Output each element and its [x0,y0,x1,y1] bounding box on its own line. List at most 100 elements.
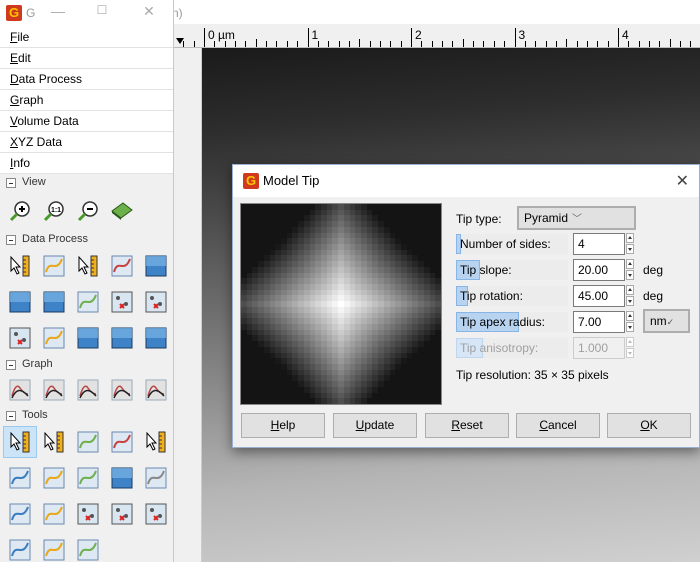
graph-level-icon[interactable] [105,374,139,406]
menu-info[interactable]: Info [0,153,173,174]
align-rows-icon[interactable] [71,286,105,318]
ruler-minor-tick [690,41,692,47]
dialog-titlebar[interactable]: G Model Tip ✕ [233,165,699,197]
reset-button[interactable]: Reset [425,413,509,438]
ruler-major-tick [411,28,412,47]
icon-row [0,532,173,562]
update-button[interactable]: Update [333,413,417,438]
menu-mnemonic: G [10,93,20,107]
collapse-icon[interactable] [6,359,16,370]
apex-radius-unit-select[interactable]: nm✓ [643,309,690,333]
toolbox-titlebar[interactable]: G G — ☐ ✕ [0,0,173,27]
graph-fit-icon[interactable] [3,374,37,406]
number-of-sides-input[interactable]: 4 [573,233,625,255]
section-header-graph[interactable]: Graph [0,356,173,373]
point-spots-icon[interactable] [105,286,139,318]
read-value-icon[interactable] [3,426,37,458]
ruler-major-tick [618,28,619,47]
minimize-button[interactable]: — [48,3,68,19]
tip-anisotropy-input: 1.000 [573,337,625,359]
selection-manager-icon[interactable] [71,534,105,562]
graph-export-icon[interactable] [139,374,173,406]
polynom-level-icon[interactable] [105,462,139,494]
distance-icon[interactable] [37,426,71,458]
watershed-icon[interactable] [139,286,173,318]
crop-tool-icon[interactable] [3,498,37,530]
close-button[interactable]: ✕ [139,3,159,20]
section-header-tools[interactable]: Tools [0,407,173,424]
menu-edit[interactable]: Edit [0,48,173,69]
remove-spots-icon[interactable] [3,322,37,354]
statistics-icon[interactable] [139,426,173,458]
section-header-data-process[interactable]: Data Process [0,231,173,248]
spin-down-icon[interactable] [626,322,634,332]
mark-grains-icon[interactable] [139,322,173,354]
menu-data-process[interactable]: Data Process [0,69,173,90]
tip-slope-spinner[interactable] [625,259,635,281]
zoom-1-1-icon[interactable]: 1:1 [37,195,71,227]
spectro-icon[interactable] [105,426,139,458]
scale-icon[interactable] [71,250,105,282]
tip-rotation-label: Tip rotation: [456,286,568,306]
sphere-icon[interactable] [71,322,105,354]
zoom-out-icon[interactable] [71,195,105,227]
dialog-close-button[interactable]: ✕ [676,171,689,191]
spot-remover-icon[interactable] [105,498,139,530]
spin-up-icon[interactable] [626,311,634,321]
menu-volume-data[interactable]: Volume Data [0,111,173,132]
profile-icon[interactable] [71,426,105,458]
ruler-label: 0 µm [208,28,235,42]
path-profile-icon[interactable] [37,462,71,494]
spin-down-icon[interactable] [626,270,634,280]
gradient-icon[interactable] [139,250,173,282]
zoom-in-icon[interactable] [3,195,37,227]
spin-down-icon[interactable] [626,244,634,254]
collapse-icon[interactable] [6,177,16,188]
level-icon[interactable] [3,250,37,282]
tip-apex-radius-input[interactable]: 7.00 [573,311,625,333]
remove-spot-icon[interactable] [139,498,173,530]
crop-icon[interactable] [37,250,71,282]
tip-apex-radius-spinner[interactable] [625,311,635,333]
ruler-minor-tick [348,41,350,47]
tip-slope-input[interactable]: 20.00 [573,259,625,281]
tip-rotation-spinner[interactable] [625,285,635,307]
help-button[interactable]: Help [241,413,325,438]
shade-icon[interactable] [105,322,139,354]
graph-cut-icon[interactable] [71,374,105,406]
ruler-minor-tick [483,41,485,47]
menu-xyz-data[interactable]: XYZ Data [0,132,173,153]
menu-file[interactable]: File [0,27,173,48]
section-header-view[interactable]: View [0,174,173,191]
tip-rotation-input[interactable]: 45.00 [573,285,625,307]
graph-gauss-icon[interactable] [37,374,71,406]
filter-icon[interactable] [37,534,71,562]
maximize-button[interactable]: ☐ [92,3,112,17]
grains-icon[interactable] [3,286,37,318]
3d-view-icon[interactable] [105,195,139,227]
line-correct-icon[interactable] [139,462,173,494]
spin-up-icon[interactable] [626,285,634,295]
sfunctions-icon[interactable] [71,462,105,494]
spin-up-icon[interactable] [626,259,634,269]
tip-anisotropy-label: Tip anisotropy: [456,338,568,358]
arithmetic-icon[interactable] [105,250,139,282]
stripes-icon[interactable] [37,286,71,318]
spin-up-icon[interactable] [626,233,634,243]
ruler-minor-tick [680,41,682,47]
grain-measure-icon[interactable] [71,498,105,530]
ruler-minor-tick [421,41,423,47]
number-of-sides-spinner[interactable] [625,233,635,255]
tip-type-select[interactable]: Pyramid ﹀ [517,206,636,230]
spin-down-icon[interactable] [626,296,634,306]
ok-button[interactable]: OK [607,413,691,438]
menu-graph[interactable]: Graph [0,90,173,111]
icon-row: 1:1 [0,191,173,231]
color-range-icon[interactable] [3,534,37,562]
roughness-icon[interactable] [3,462,37,494]
collapse-icon[interactable] [6,234,16,245]
histogram-icon[interactable] [37,322,71,354]
cancel-button[interactable]: Cancel [516,413,600,438]
mask-editor-icon[interactable] [37,498,71,530]
collapse-icon[interactable] [6,410,16,421]
